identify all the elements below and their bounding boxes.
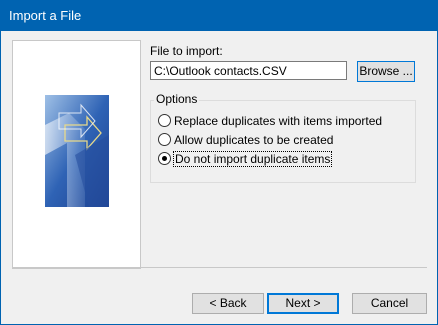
browse-button-label: Browse ... xyxy=(359,64,413,78)
radio-allow-duplicates[interactable]: Allow duplicates to be created xyxy=(158,132,333,148)
cancel-button-label: Cancel xyxy=(370,296,409,310)
footer-separator xyxy=(12,267,427,268)
title-bar[interactable]: Import a File xyxy=(1,1,437,31)
next-button[interactable]: Next > xyxy=(267,293,339,314)
radio-button-do-not-import[interactable] xyxy=(158,152,171,166)
back-button[interactable]: < Back xyxy=(192,293,264,314)
options-group-title: Options xyxy=(154,92,200,106)
back-button-label: < Back xyxy=(209,296,247,310)
import-wizard-illustration xyxy=(45,95,109,207)
radio-label-replace: Replace duplicates with items imported xyxy=(174,113,383,128)
radio-button-replace[interactable] xyxy=(158,114,171,128)
radio-do-not-import-duplicates[interactable]: Do not import duplicate items xyxy=(158,150,333,167)
dialog-title: Import a File xyxy=(9,8,82,23)
radio-button-allow[interactable] xyxy=(158,133,171,147)
wizard-image-panel xyxy=(12,40,141,269)
next-button-label: Next > xyxy=(285,296,321,310)
file-path-input[interactable]: C:\Outlook contacts.CSV xyxy=(150,61,347,80)
cancel-button[interactable]: Cancel xyxy=(352,293,427,314)
file-to-import-label: File to import: xyxy=(150,44,223,58)
dialog-body: File to import: C:\Outlook contacts.CSV … xyxy=(1,31,437,324)
radio-replace-duplicates[interactable]: Replace duplicates with items imported xyxy=(158,113,382,129)
browse-button[interactable]: Browse ... xyxy=(357,61,415,82)
radio-label-do-not-import: Do not import duplicate items xyxy=(172,150,333,167)
radio-label-allow: Allow duplicates to be created xyxy=(174,132,334,147)
import-file-dialog: Import a File File to import: C:\Outlook… xyxy=(0,0,438,325)
